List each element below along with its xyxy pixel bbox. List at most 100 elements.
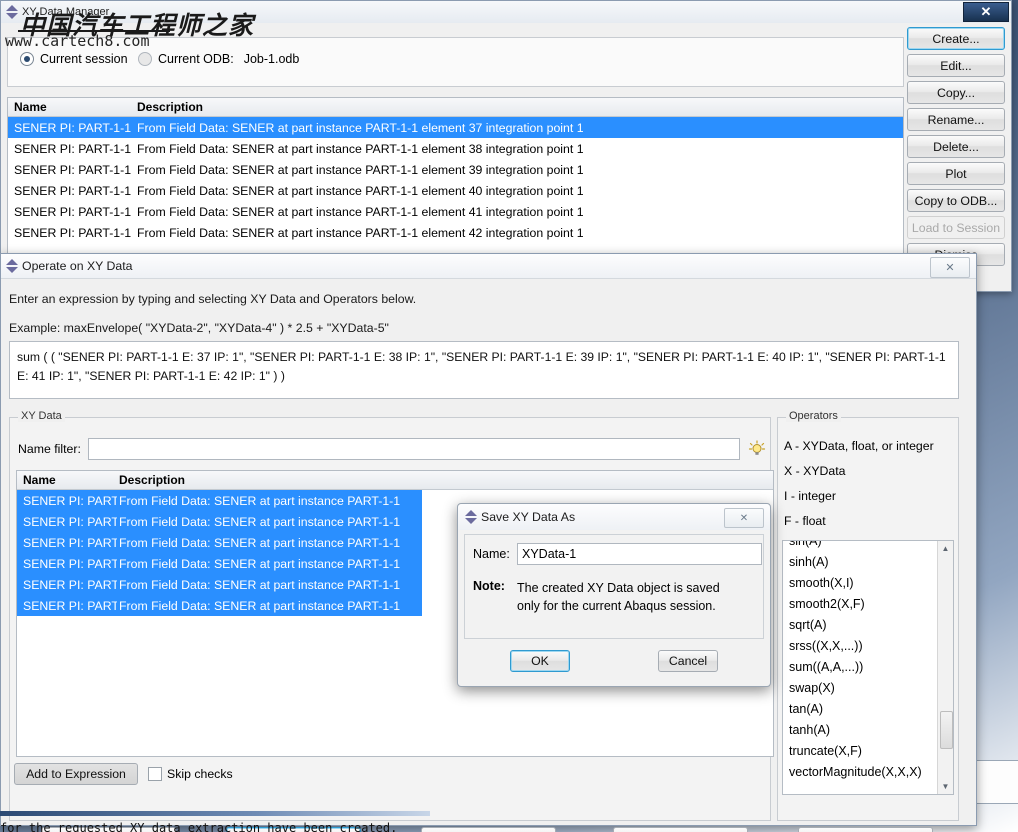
edit-button[interactable]: Edit... [907,54,1005,77]
list-item[interactable]: SENER PI: PART- From Field Data: SENER at… [17,595,422,616]
operator-legend-item: I - integer [784,489,836,503]
note-text-line1: The created XY Data object is saved [517,581,720,595]
list-item[interactable]: SENER PI: PART- From Field Data: SENER at… [17,511,422,532]
screen-root: XY Data Manager ✕ Current session Curren… [0,0,1018,832]
save-cancel-button[interactable]: Cancel [658,650,718,672]
current-session-label: Current session [40,52,128,66]
abaqus-diamond-icon [5,5,19,19]
instruction-text: Enter an expression by typing and select… [9,292,417,306]
operator-item[interactable]: sqrt(A) [783,615,938,636]
operator-item[interactable]: vectorMagnitude(X,X,X) [783,762,938,783]
odb-filename: Job-1.odb [243,52,300,66]
copy-to-odb-button[interactable]: Copy to ODB... [907,189,1005,212]
plot-button[interactable]: Plot [907,162,1005,185]
cell-description: From Field Data: SENER at part instance … [119,556,401,571]
operator-legend-item: F - float [784,514,826,528]
operators-legend-list: A - XYData, float, or integer X - XYData I… [784,434,934,534]
cell-description: From Field Data: SENER at part instance … [137,183,584,198]
cell-description: From Field Data: SENER at part instance … [119,493,401,508]
cell-name: SENER PI: PART- [23,577,117,592]
operator-item[interactable]: sum((A,A,...)) [783,657,938,678]
name-filter-input[interactable] [88,438,740,460]
save-ok-button[interactable]: OK [510,650,570,672]
operators-scrollbar[interactable]: ▲ ▼ [937,541,953,794]
cell-description: From Field Data: SENER at part instance … [137,162,584,177]
save-name-input[interactable] [517,543,762,565]
skip-checks-row[interactable]: Skip checks [148,767,233,781]
operate-window-titlebar: Operate on XY Data ✕ [1,254,976,279]
operators-items-container: sin(A) sinh(A) smooth(X,I) smooth2(X,F) sqrt… [783,541,938,783]
close-icon[interactable]: ✕ [724,508,764,528]
scroll-down-arrow-icon[interactable]: ▼ [938,779,953,794]
table-row[interactable]: SENER PI: PART-1-1 From Field Data: SENER… [8,180,903,201]
list-item[interactable]: SENER PI: PART- From Field Data: SENER at… [17,532,422,553]
cell-description: From Field Data: SENER at part instance … [119,514,401,529]
cell-description: From Field Data: SENER at part instance … [137,204,584,219]
list-item[interactable]: SENER PI: PART- From Field Data: SENER at… [17,553,422,574]
note-text-line2: only for the current Abaqus session. [517,599,716,613]
rename-button[interactable]: Rename... [907,108,1005,131]
cell-name: SENER PI: PART- [23,514,117,529]
xy-data-manager-title: XY Data Manager [22,6,110,18]
operator-item[interactable]: tan(A) [783,699,938,720]
column-header-description: Description [119,473,186,487]
cell-name: SENER PI: PART-1-1 [14,204,132,219]
name-filter-label: Name filter: [18,442,81,456]
data-source-group: Current session Current ODB: Job-1.odb [7,37,904,87]
hint-lightbulb-icon[interactable] [748,440,766,458]
delete-button[interactable]: Delete... [907,135,1005,158]
table-row[interactable]: SENER PI: PART-1-1 From Field Data: SENER… [8,222,903,243]
operator-item[interactable]: smooth(X,I) [783,573,938,594]
close-icon[interactable]: ✕ [930,257,970,278]
table-row[interactable]: SENER PI: PART-1-1 From Field Data: SENER… [8,159,903,180]
operator-item[interactable]: smooth2(X,F) [783,594,938,615]
xy-data-group-legend: XY Data [18,410,65,422]
create-button[interactable]: Create... [907,27,1005,50]
column-header-description: Description [137,100,204,114]
operate-window-title: Operate on XY Data [22,259,133,273]
current-session-radio-row[interactable]: Current session [20,52,128,66]
operators-list[interactable]: sin(A) sinh(A) smooth(X,I) smooth2(X,F) sqrt… [782,540,954,795]
current-odb-label: Current ODB: [158,52,234,66]
column-header-name: Name [23,473,56,487]
list-item[interactable]: SENER PI: PART- From Field Data: SENER at… [17,490,422,511]
list-item[interactable]: SENER PI: PART- From Field Data: SENER at… [17,574,422,595]
operator-item[interactable]: srss((X,X,...)) [783,636,938,657]
expression-textarea[interactable]: sum ( ( "SENER PI: PART-1-1 E: 37 IP: 1"… [9,341,959,399]
xy-data-manager-body: Current session Current ODB: Job-1.odb N… [1,23,1011,291]
cell-description: From Field Data: SENER at part instance … [119,598,401,613]
copy-button[interactable]: Copy... [907,81,1005,104]
skip-checks-label: Skip checks [167,767,233,781]
operators-group-legend: Operators [786,410,841,422]
cell-description: From Field Data: SENER at part instance … [137,225,584,240]
cell-name: SENER PI: PART-1-1 [14,141,132,156]
skip-checks-checkbox[interactable] [148,767,162,781]
operator-legend-item: X - XYData [784,464,846,478]
abaqus-diamond-icon [464,510,478,524]
current-odb-radio-row[interactable]: Current ODB: Job-1.odb [138,52,299,66]
operator-item[interactable]: sinh(A) [783,552,938,573]
operator-item[interactable]: truncate(X,F) [783,741,938,762]
scrollbar-thumb[interactable] [940,711,953,749]
current-session-radio[interactable] [20,52,34,66]
operator-item[interactable]: sin(A) [783,541,938,552]
scroll-up-arrow-icon[interactable]: ▲ [938,541,953,556]
table-row[interactable]: SENER PI: PART-1-1 From Field Data: SENER… [8,138,903,159]
cell-name: SENER PI: PART- [23,556,117,571]
operator-item[interactable]: tanh(A) [783,720,938,741]
save-dialog-content: Name: Note: The created XY Data object i… [464,534,764,639]
operator-item[interactable]: swap(X) [783,678,938,699]
close-icon[interactable]: ✕ [963,2,1009,22]
status-bar-text: for the requested XY data extraction hav… [0,821,398,832]
cell-name: SENER PI: PART- [23,493,117,508]
save-dialog-title: Save XY Data As [481,510,576,524]
add-to-expression-button[interactable]: Add to Expression [14,763,138,785]
cell-description: From Field Data: SENER at part instance … [119,535,401,550]
current-odb-radio[interactable] [138,52,152,66]
xy-data-manager-window: XY Data Manager ✕ Current session Curren… [0,0,1012,292]
table-row[interactable]: SENER PI: PART-1-1 From Field Data: SENER… [8,201,903,222]
operator-legend-item: A - XYData, float, or integer [784,439,934,453]
cell-name: SENER PI: PART-1-1 [14,162,132,177]
table-row[interactable]: SENER PI: PART-1-1 From Field Data: SENER… [8,117,903,138]
xy-data-table[interactable]: Name Description SENER PI: PART-1-1 From … [7,97,904,264]
